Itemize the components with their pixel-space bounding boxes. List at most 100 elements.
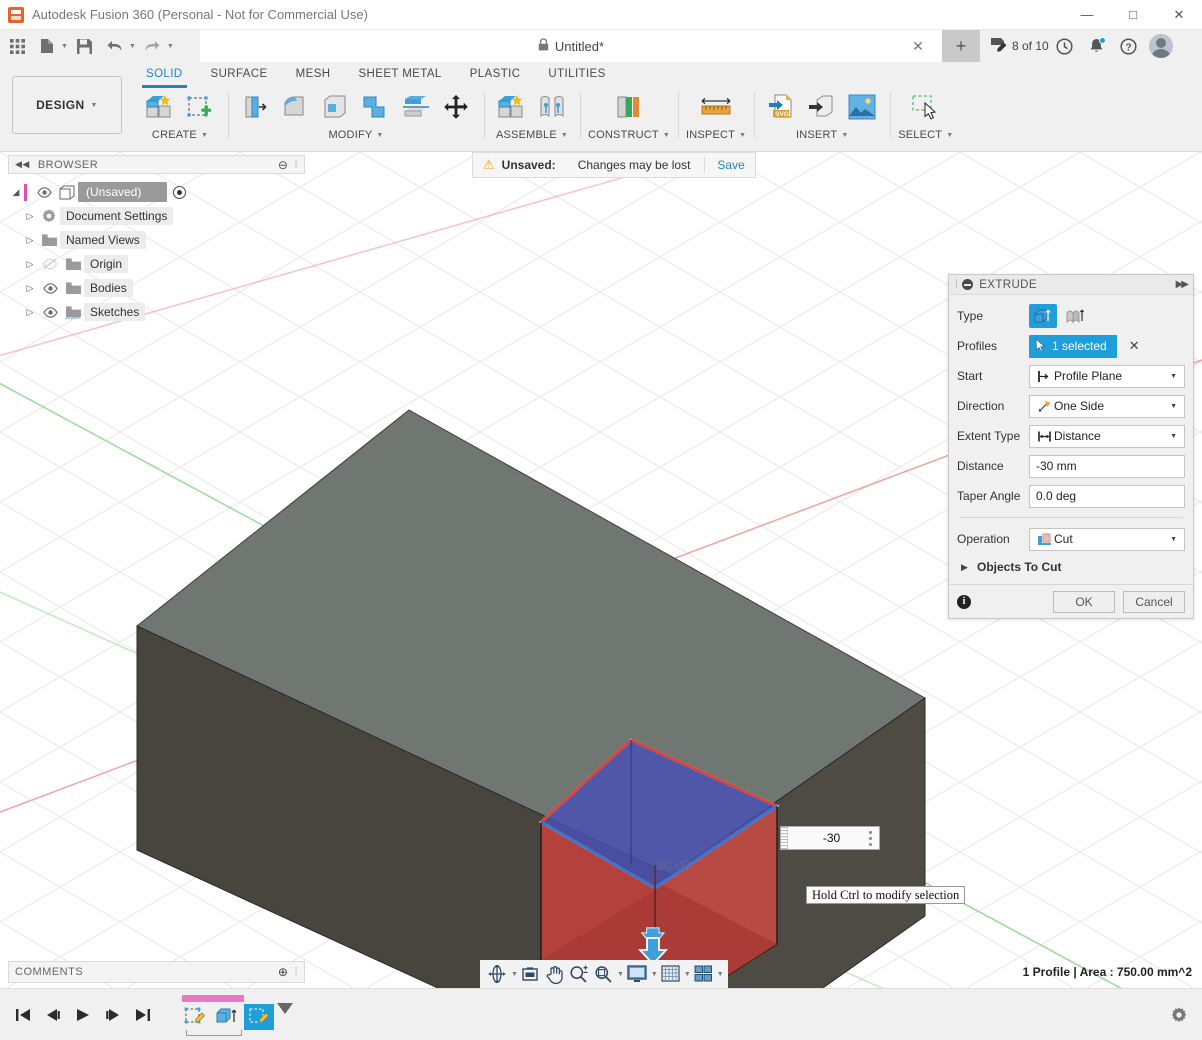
close-icon[interactable]: ✕ bbox=[910, 38, 926, 54]
info-icon[interactable]: i bbox=[957, 595, 971, 609]
panel-assemble-label[interactable]: ASSEMBLE bbox=[496, 129, 557, 141]
chevron-right-icon[interactable]: ▷ bbox=[22, 259, 38, 270]
chevron-down-icon[interactable]: ▼ bbox=[1170, 433, 1180, 440]
edit-credits[interactable]: 8 of 10 bbox=[990, 37, 1049, 56]
timeline-begin-button[interactable] bbox=[10, 1002, 36, 1028]
chevron-down-icon[interactable]: ▼ bbox=[561, 132, 568, 139]
distance-input[interactable]: -30 mm bbox=[1029, 455, 1185, 478]
panel-select-label[interactable]: SELECT bbox=[898, 129, 942, 141]
new-component-assemble-icon[interactable] bbox=[492, 88, 532, 126]
browser-item-origin[interactable]: ▷ Origin bbox=[8, 252, 305, 276]
ribbon-tab-utilities[interactable]: UTILITIES bbox=[534, 62, 619, 86]
move-copy-icon[interactable] bbox=[436, 88, 476, 126]
browser-item-named-views[interactable]: ▷ Named Views bbox=[8, 228, 305, 252]
chevron-down-icon[interactable]: ▼ bbox=[1170, 536, 1180, 543]
chevron-down-icon[interactable]: ▼ bbox=[376, 132, 383, 139]
clear-selection-icon[interactable]: ✕ bbox=[1129, 338, 1140, 354]
timeline-extrude-edit-feature[interactable] bbox=[244, 1004, 274, 1030]
zoom-icon[interactable] bbox=[566, 961, 591, 987]
help-icon[interactable]: ? bbox=[1113, 30, 1145, 62]
chevron-down-icon[interactable]: ▼ bbox=[1170, 403, 1180, 410]
taper-angle-input[interactable]: 0.0 deg bbox=[1029, 485, 1185, 508]
display-caret-icon[interactable]: ▼ bbox=[651, 971, 658, 978]
operation-dropdown[interactable]: Cut ▼ bbox=[1029, 528, 1185, 551]
cancel-button[interactable]: Cancel bbox=[1123, 591, 1185, 613]
chevron-right-icon[interactable]: ▷ bbox=[22, 211, 38, 222]
visibility-icon[interactable] bbox=[32, 187, 56, 198]
timeline-end-marker-icon[interactable] bbox=[276, 1002, 294, 1018]
profiles-select-button[interactable]: 1 selected bbox=[1029, 335, 1117, 358]
timeline-end-button[interactable] bbox=[130, 1002, 156, 1028]
minimize-button[interactable]: — bbox=[1064, 0, 1110, 30]
collapse-left-icon[interactable]: ◀◀ bbox=[15, 159, 30, 170]
start-dropdown[interactable]: Profile Plane ▼ bbox=[1029, 365, 1185, 388]
direction-dropdown[interactable]: One Side ▼ bbox=[1029, 395, 1185, 418]
insert-svg-icon[interactable]: SVG bbox=[762, 88, 802, 126]
ribbon-tab-mesh[interactable]: MESH bbox=[282, 62, 345, 86]
manipulator-options-icon[interactable] bbox=[864, 828, 876, 848]
browser-item-sketches[interactable]: ▷ Sketches bbox=[8, 300, 305, 324]
extrude-dialog-header[interactable]: ⁞ EXTRUDE ▶▶ bbox=[949, 275, 1193, 295]
panel-gripper[interactable]: ⁞ bbox=[294, 966, 298, 978]
user-avatar[interactable] bbox=[1149, 34, 1173, 58]
pan-icon[interactable] bbox=[542, 961, 566, 987]
measure-icon[interactable] bbox=[696, 88, 736, 126]
chevron-down-icon[interactable]: ▼ bbox=[663, 132, 670, 139]
redo-caret-icon[interactable]: ▼ bbox=[167, 43, 174, 50]
shell-icon[interactable] bbox=[316, 88, 356, 126]
panel-construct-label[interactable]: CONSTRUCT bbox=[588, 129, 659, 141]
browser-item-bodies[interactable]: ▷ Bodies bbox=[8, 276, 305, 300]
extrude-profile-icon[interactable] bbox=[1029, 304, 1057, 328]
clock-icon[interactable] bbox=[1049, 30, 1081, 62]
new-file-icon[interactable] bbox=[34, 33, 60, 59]
offset-plane-icon[interactable] bbox=[609, 88, 649, 126]
insert-canvas-icon[interactable] bbox=[842, 88, 882, 126]
expand-right-icon[interactable]: ▶▶ bbox=[1176, 279, 1187, 290]
timeline-step-back-button[interactable] bbox=[40, 1002, 66, 1028]
press-pull-icon[interactable] bbox=[236, 88, 276, 126]
app-grid-icon[interactable] bbox=[4, 33, 30, 59]
combine-icon[interactable] bbox=[356, 88, 396, 126]
ribbon-tab-surface[interactable]: SURFACE bbox=[197, 62, 282, 86]
fit-icon[interactable] bbox=[591, 961, 616, 987]
chevron-down-icon[interactable]: ▼ bbox=[946, 132, 953, 139]
timeline-play-button[interactable] bbox=[70, 1002, 96, 1028]
chevron-right-icon[interactable]: ▷ bbox=[22, 307, 38, 318]
undo-icon[interactable] bbox=[102, 33, 128, 59]
dialog-grip-icon[interactable]: ⁞ bbox=[955, 279, 958, 290]
orbit-icon[interactable] bbox=[484, 961, 510, 987]
minimize-dialog-icon[interactable] bbox=[962, 279, 973, 290]
plus-circle-icon[interactable]: ⊕ bbox=[278, 965, 289, 979]
objects-to-cut-section[interactable]: ▶ Objects To Cut bbox=[957, 554, 1185, 580]
browser-item-unsaved[interactable]: ◢ (Unsaved) bbox=[8, 180, 305, 204]
ribbon-tab-plastic[interactable]: PLASTIC bbox=[456, 62, 535, 86]
timeline-extrude-feature[interactable] bbox=[212, 1004, 242, 1030]
save-link[interactable]: Save bbox=[717, 158, 744, 172]
panel-inspect-label[interactable]: INSPECT bbox=[686, 129, 735, 141]
visibility-icon[interactable] bbox=[38, 307, 62, 318]
grid-caret-icon[interactable]: ▼ bbox=[684, 971, 691, 978]
panel-gripper[interactable]: ⁞ bbox=[294, 159, 298, 171]
bell-icon[interactable] bbox=[1081, 30, 1113, 62]
comments-panel[interactable]: COMMENTS ⊕ ⁞ bbox=[8, 961, 305, 983]
chevron-down-icon[interactable]: ▼ bbox=[841, 132, 848, 139]
panel-create-label[interactable]: CREATE bbox=[152, 129, 197, 141]
fit-caret-icon[interactable]: ▼ bbox=[617, 971, 624, 978]
orbit-caret-icon[interactable]: ▼ bbox=[511, 971, 518, 978]
timeline-sketch-feature[interactable] bbox=[180, 1004, 210, 1030]
panel-insert-label[interactable]: INSERT bbox=[796, 129, 837, 141]
ribbon-tab-sheet-metal[interactable]: SHEET METAL bbox=[344, 62, 455, 86]
close-button[interactable]: ✕ bbox=[1156, 0, 1202, 30]
chevron-down-icon[interactable]: ◢ bbox=[8, 187, 24, 198]
display-settings-icon[interactable] bbox=[624, 961, 650, 987]
viewports-icon[interactable] bbox=[691, 961, 716, 987]
select-icon[interactable] bbox=[906, 88, 946, 126]
new-file-caret-icon[interactable]: ▼ bbox=[61, 43, 68, 50]
workspace-switcher-button[interactable]: DESIGN ▼ bbox=[12, 76, 122, 134]
visibility-icon[interactable] bbox=[38, 283, 62, 294]
panel-modify-label[interactable]: MODIFY bbox=[328, 129, 372, 141]
minus-circle-icon[interactable]: ⊖ bbox=[278, 158, 289, 172]
input-grip-icon[interactable] bbox=[781, 827, 788, 849]
maximize-button[interactable]: □ bbox=[1110, 0, 1156, 30]
insert-mesh-icon[interactable] bbox=[802, 88, 842, 126]
